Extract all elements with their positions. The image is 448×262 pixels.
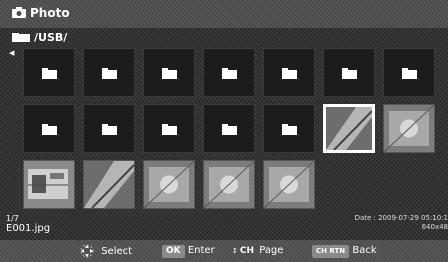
photo-image [326, 107, 372, 150]
photo-thumbnail[interactable] [83, 160, 135, 209]
ch-rtn-key: CH RTN [312, 245, 350, 258]
page-title: Photo [30, 6, 70, 20]
folder-icon [342, 68, 357, 79]
folder-icon [42, 124, 57, 135]
ok-key: OK [162, 245, 185, 258]
folder-icon [102, 124, 117, 135]
item-counter: 1/7 [6, 214, 19, 223]
enter-hint[interactable]: OK Enter [162, 244, 215, 258]
folder-thumbnail[interactable] [203, 48, 255, 97]
breadcrumb: /USB/ [34, 31, 68, 44]
back-label: Back [352, 245, 377, 256]
folder-icon [222, 124, 237, 135]
folder-thumbnail[interactable] [203, 104, 255, 153]
back-hint[interactable]: CH RTN Back [312, 244, 377, 258]
folder-thumbnail[interactable] [323, 48, 375, 97]
photo-image [384, 105, 434, 152]
folder-thumbnail[interactable] [83, 48, 135, 97]
folder-icon [162, 124, 177, 135]
folder-icon [222, 68, 237, 79]
photo-thumbnail[interactable] [323, 104, 375, 153]
folder-thumbnail[interactable] [143, 48, 195, 97]
folder-thumbnail[interactable] [383, 48, 435, 97]
folder-thumbnail[interactable] [23, 104, 75, 153]
folder-thumbnail[interactable] [143, 104, 195, 153]
enter-label: Enter [187, 245, 215, 256]
photo-image [264, 161, 314, 208]
photo-thumbnail[interactable] [263, 160, 315, 209]
updown-icon: ↕ [232, 247, 238, 255]
folder-icon [402, 68, 417, 79]
photo-image [144, 161, 194, 208]
folder-icon [162, 68, 177, 79]
footer-bar [0, 240, 448, 262]
camera-icon [12, 7, 26, 18]
resolution-info: 640x48 [421, 223, 448, 231]
select-hint[interactable]: Select [76, 244, 132, 258]
photo-thumbnail[interactable] [143, 160, 195, 209]
filename: E001.jpg [6, 223, 51, 234]
photo-thumbnail[interactable] [203, 160, 255, 209]
photo-image [24, 161, 74, 208]
photo-thumbnail[interactable] [383, 104, 435, 153]
folder-icon [102, 68, 117, 79]
select-label: Select [101, 246, 133, 257]
folder-thumbnail[interactable] [263, 48, 315, 97]
folder-icon [282, 68, 297, 79]
folder-icon [282, 124, 297, 135]
photo-browser-screen: Photo /USB/ ◀ 1/7 E001.jpg Date : 2009-0… [0, 0, 448, 262]
ch-key: CH [239, 246, 255, 256]
folder-icon [42, 68, 57, 79]
photo-image [84, 161, 134, 208]
photo-thumbnail[interactable] [23, 160, 75, 209]
header-bar: Photo [0, 0, 448, 28]
photo-image [204, 161, 254, 208]
dpad-icon [80, 244, 94, 258]
folder-thumbnail[interactable] [83, 104, 135, 153]
left-arrow-icon[interactable]: ◀ [9, 49, 14, 57]
folder-icon [12, 33, 30, 42]
date-info: Date : 2009-07-29 05:10:1 [354, 214, 448, 222]
page-hint[interactable]: ↕ CH Page [232, 244, 283, 258]
folder-thumbnail[interactable] [23, 48, 75, 97]
page-label: Page [259, 245, 284, 256]
folder-thumbnail[interactable] [263, 104, 315, 153]
